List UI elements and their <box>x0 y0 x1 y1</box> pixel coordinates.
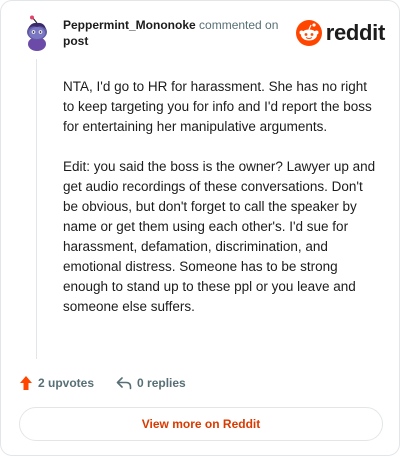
view-more-on-reddit-button[interactable]: View more on Reddit <box>19 407 383 441</box>
reply-arrow-icon <box>116 377 132 390</box>
reddit-logo-icon <box>295 20 322 46</box>
comment-actions: 2 upvotes 0 replies <box>19 373 208 393</box>
user-avatar[interactable] <box>19 15 55 51</box>
upvote-button[interactable]: 2 upvotes <box>19 375 94 391</box>
upvote-count: 2 upvotes <box>38 376 95 390</box>
post-link[interactable]: post <box>63 33 278 49</box>
reddit-wordmark: reddit <box>325 20 386 45</box>
thread-line <box>36 59 37 359</box>
reply-count: 0 replies <box>137 376 186 390</box>
comment-paragraph: NTA, I'd go to HR for harassment. She ha… <box>63 79 372 134</box>
embedded-comment-card: Peppermint_Mononoke commented on post re… <box>0 0 400 456</box>
comment-meta: Peppermint_Mononoke commented on post <box>63 17 278 49</box>
comment-paragraph: Edit: you said the boss is the owner? La… <box>63 159 376 314</box>
commented-on-label: commented on <box>199 18 279 32</box>
reddit-brand[interactable]: reddit <box>295 19 386 47</box>
snoo-avatar-icon <box>19 15 55 51</box>
comment-body: NTA, I'd go to HR for harassment. She ha… <box>63 77 379 337</box>
username-link[interactable]: Peppermint_Mononoke <box>63 18 196 32</box>
comment-header: Peppermint_Mononoke commented on post re… <box>19 15 385 55</box>
upvote-arrow-icon <box>20 376 32 390</box>
reply-button[interactable]: 0 replies <box>116 376 186 390</box>
